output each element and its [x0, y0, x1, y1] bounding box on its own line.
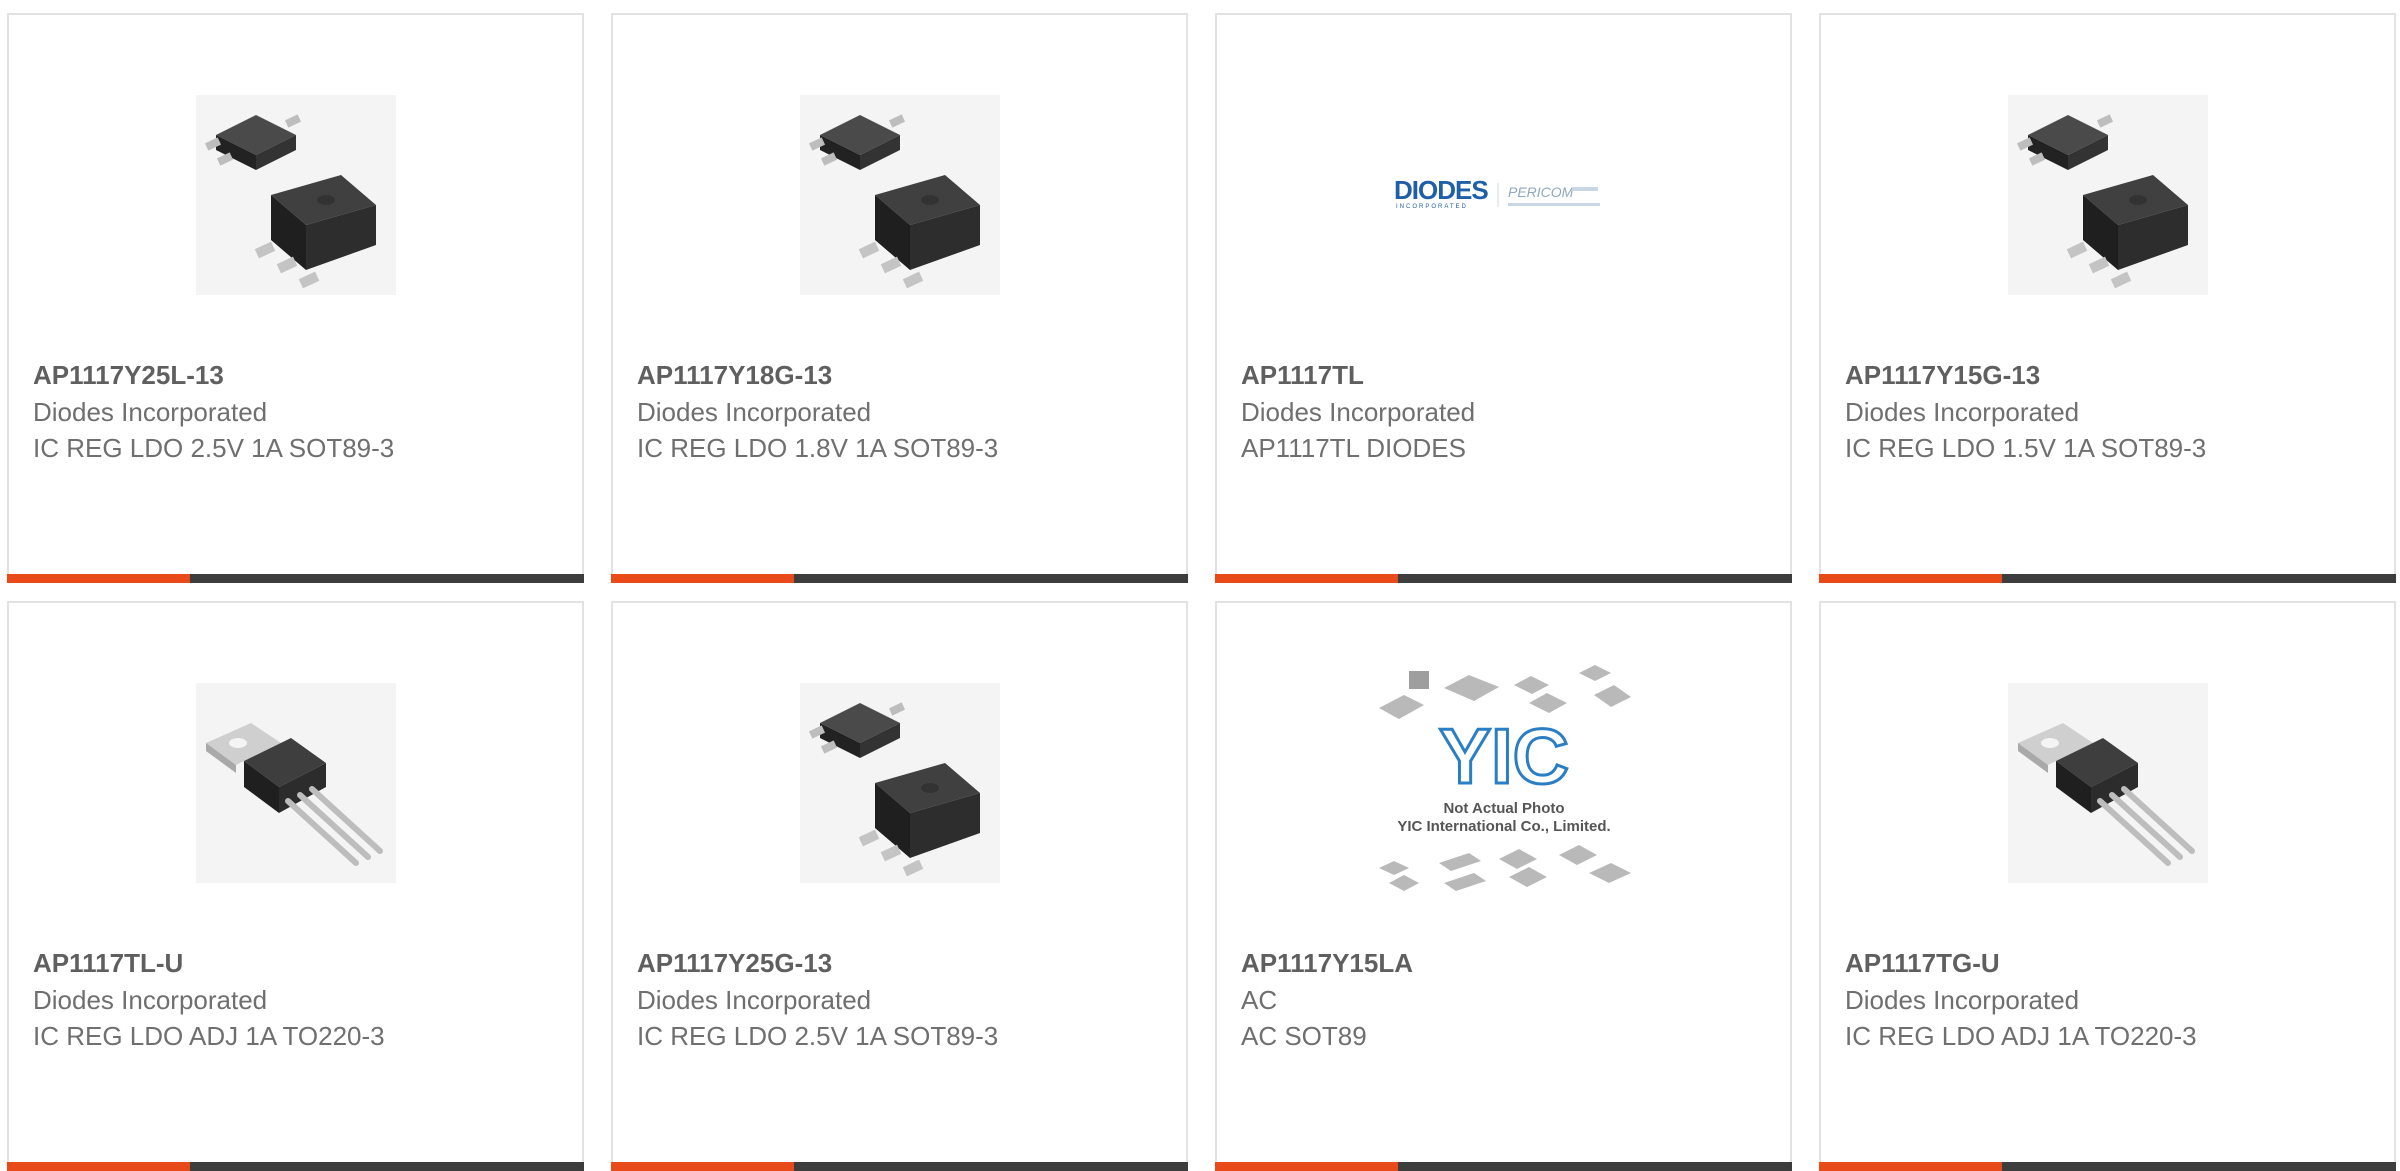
product-image[interactable]: YIC Not Actual Photo YIC International C… [1217, 663, 1790, 903]
manufacturer: Diodes Incorporated [637, 397, 872, 427]
manufacturer: Diodes Incorporated [33, 985, 268, 1015]
product-card[interactable]: AP1117Y15G-13 Diodes Incorporated IC REG… [1819, 13, 2396, 583]
card-accent-bar [1819, 574, 2396, 583]
product-image[interactable] [1821, 663, 2394, 903]
manufacturer: Diodes Incorporated [1241, 397, 1476, 427]
sot89-package-icon [799, 95, 1000, 295]
card-accent-bar [1215, 574, 1792, 583]
product-card[interactable]: AP1117Y18G-13 Diodes Incorporated IC REG… [611, 13, 1188, 583]
part-number-link[interactable]: AP1117TL [1241, 360, 1364, 391]
part-number-link[interactable]: AP1117Y25L-13 [33, 360, 224, 391]
description: AP1117TL DIODES [1241, 433, 1466, 463]
manufacturer: Diodes Incorporated [1845, 397, 2080, 427]
product-image[interactable] [1821, 75, 2394, 315]
placeholder-caption-line2: YIC International Co., Limited. [1397, 818, 1610, 835]
description: IC REG LDO 1.8V 1A SOT89-3 [637, 433, 999, 463]
sot89-package-icon [799, 683, 1000, 883]
part-number-link[interactable]: AP1117Y15LA [1241, 948, 1413, 979]
card-accent-bar [7, 574, 584, 583]
product-card[interactable]: AP1117Y25G-13 Diodes Incorporated IC REG… [611, 601, 1188, 1171]
card-accent-bar [611, 574, 1188, 583]
sot89-package-icon [195, 95, 396, 295]
diodes-subtext: INCORPORATED [1396, 204, 1468, 210]
product-card[interactable]: AP1117TL-U Diodes Incorporated IC REG LD… [7, 601, 584, 1171]
description: IC REG LDO ADJ 1A TO220-3 [33, 1021, 385, 1051]
not-actual-photo-placeholder: YIC Not Actual Photo YIC International C… [1378, 665, 1631, 891]
to220-package-icon [195, 683, 396, 883]
description: AC SOT89 [1241, 1021, 1367, 1051]
product-image[interactable] [613, 75, 1186, 315]
pericom-wordmark: PERICOM [1508, 184, 1574, 200]
description: IC REG LDO 2.5V 1A SOT89-3 [637, 1021, 999, 1051]
product-card[interactable]: YIC Not Actual Photo YIC International C… [1215, 601, 1792, 1171]
product-image[interactable] [9, 75, 582, 315]
product-image[interactable] [613, 663, 1186, 903]
product-card[interactable]: AP1117Y25L-13 Diodes Incorporated IC REG… [7, 13, 584, 583]
manufacturer: AC [1241, 985, 1278, 1015]
diodes-wordmark: DIODES [1394, 175, 1488, 205]
part-number-link[interactable]: AP1117Y15G-13 [1845, 360, 2040, 391]
product-image[interactable] [9, 663, 582, 903]
sot89-package-icon [2007, 95, 2208, 295]
manufacturer: Diodes Incorporated [33, 397, 268, 427]
yic-logo: YIC [1438, 712, 1568, 800]
product-grid: AP1117Y25L-13 Diodes Incorporated IC REG… [0, 0, 2400, 1171]
manufacturer: Diodes Incorporated [637, 985, 872, 1015]
placeholder-caption-line1: Not Actual Photo [1443, 800, 1564, 817]
part-number-link[interactable]: AP1117Y18G-13 [637, 360, 832, 391]
diodes-logo: DIODES INCORPORATED PERICOM [1394, 175, 1600, 210]
description: IC REG LDO 1.5V 1A SOT89-3 [1845, 433, 2207, 463]
description: IC REG LDO ADJ 1A TO220-3 [1845, 1021, 2197, 1051]
part-number-link[interactable]: AP1117Y25G-13 [637, 948, 832, 979]
part-number-link[interactable]: AP1117TL-U [33, 948, 183, 979]
product-card[interactable]: AP1117TG-U Diodes Incorporated IC REG LD… [1819, 601, 2396, 1171]
product-image[interactable]: DIODES INCORPORATED PERICOM [1217, 75, 1790, 315]
product-card[interactable]: DIODES INCORPORATED PERICOM AP1117TL Dio… [1215, 13, 1792, 583]
manufacturer: Diodes Incorporated [1845, 985, 2080, 1015]
part-number-link[interactable]: AP1117TG-U [1845, 948, 2000, 979]
to220-package-icon [2007, 683, 2208, 883]
description: IC REG LDO 2.5V 1A SOT89-3 [33, 433, 395, 463]
